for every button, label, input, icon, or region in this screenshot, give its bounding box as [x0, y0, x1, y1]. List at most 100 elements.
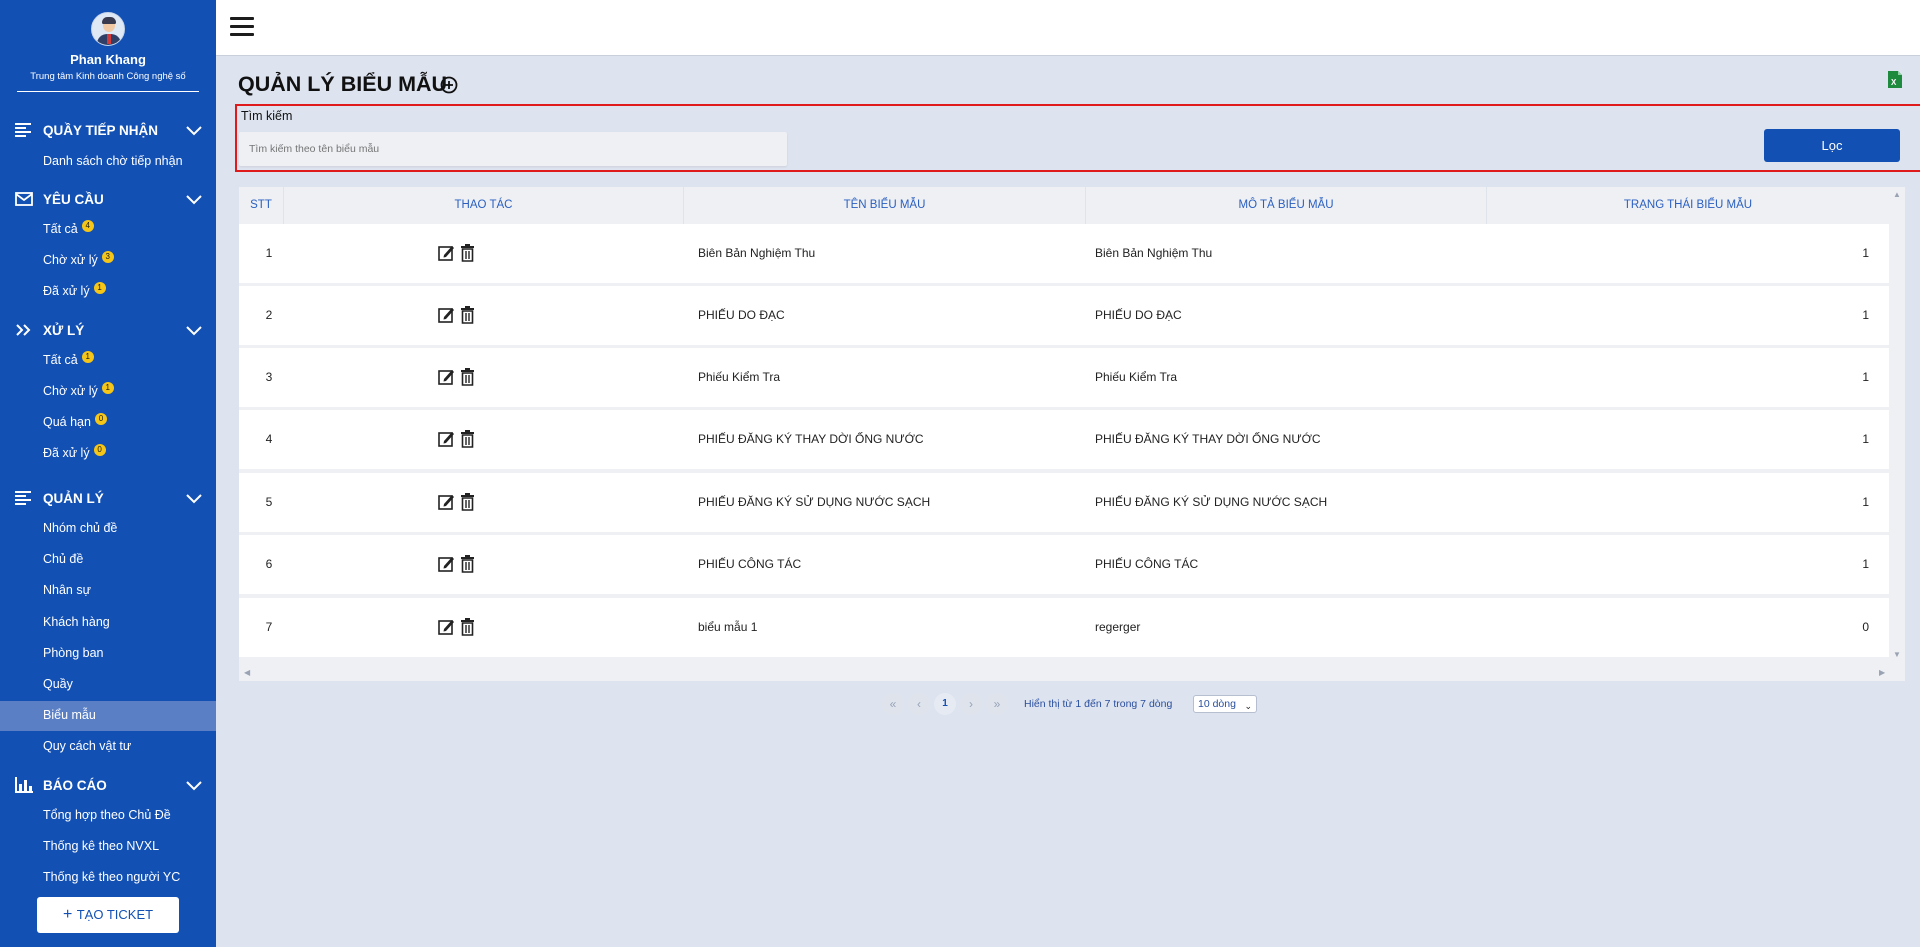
- edit-icon[interactable]: [438, 368, 455, 386]
- cell-status: 1: [1862, 557, 1869, 571]
- page-size-select[interactable]: 10 dòng ⌄: [1193, 695, 1257, 713]
- table-row[interactable]: 3 Phiếu Kiểm Tra Phiếu Kiểm Tra 1: [239, 348, 1889, 407]
- svg-text:X: X: [1891, 78, 1897, 87]
- create-ticket-label: TẠO TICKET: [76, 907, 154, 922]
- chevron-down-icon[interactable]: [186, 779, 202, 791]
- sidebar-item-label: Danh sách chờ tiếp nhận: [43, 154, 183, 168]
- table-row[interactable]: 6 PHIẾU CÔNG TÁC PHIẾU CÔNG TÁC 1: [239, 535, 1889, 594]
- table-row[interactable]: 4 PHIẾU ĐĂNG KÝ THAY DỜI ỐNG NƯỚC PHIẾU …: [239, 410, 1889, 469]
- delete-icon[interactable]: [459, 493, 476, 511]
- edit-icon[interactable]: [438, 244, 455, 262]
- sidebar-item-label: Phòng ban: [43, 646, 104, 660]
- scroll-left-icon[interactable]: ◀: [244, 668, 250, 677]
- sidebar-item-bieu-mau[interactable]: Biểu mẫu: [0, 701, 216, 731]
- top-bar: [216, 0, 1920, 56]
- chevron-down-icon[interactable]: [186, 124, 202, 136]
- delete-icon[interactable]: [459, 306, 476, 324]
- scroll-down-icon[interactable]: ▼: [1893, 650, 1901, 659]
- search-panel: Tìm kiếm Lọc: [235, 104, 1920, 172]
- delete-icon[interactable]: [459, 368, 476, 386]
- sidebar-item-label: Đã xử lý: [43, 446, 90, 460]
- cell-status: 1: [1862, 495, 1869, 509]
- edit-icon[interactable]: [438, 493, 455, 511]
- prev-page-button[interactable]: ‹: [908, 693, 930, 715]
- chevron-down-icon[interactable]: [186, 492, 202, 504]
- user-profile: Phan Khang Trung tâm Kinh doanh Công ngh…: [0, 0, 216, 92]
- chevron-down-icon[interactable]: [186, 193, 202, 205]
- list-icon: [15, 491, 31, 505]
- last-page-button[interactable]: »: [986, 693, 1008, 715]
- delete-icon[interactable]: [459, 430, 476, 448]
- sidebar-item-label: Nhân sự: [43, 583, 91, 597]
- table-row[interactable]: 2 PHIẾU DO ĐẠC PHIẾU DO ĐẠC 1: [239, 286, 1889, 345]
- scroll-up-icon[interactable]: ▲: [1893, 190, 1901, 199]
- cell-status: 1: [1862, 370, 1869, 384]
- chevron-down-icon[interactable]: [186, 324, 202, 336]
- sidebar-item-thong-ke-nguoi-yc[interactable]: Thống kê theo người YC: [0, 866, 216, 890]
- cell-stt: 6: [265, 557, 273, 571]
- section-bao-cao[interactable]: BÁO CÁO: [0, 773, 216, 797]
- sidebar-item-quay[interactable]: Quầy: [0, 673, 216, 697]
- cell-stt: 3: [265, 370, 273, 384]
- delete-icon[interactable]: [459, 555, 476, 573]
- edit-icon[interactable]: [438, 430, 455, 448]
- sidebar-item-xl-da-xu-ly[interactable]: Đã xử lý 0: [0, 442, 216, 466]
- edit-icon[interactable]: [438, 618, 455, 636]
- search-input[interactable]: [239, 132, 787, 166]
- table-row[interactable]: 7 biểu mẫu 1 regerger 0: [239, 598, 1889, 657]
- table-row[interactable]: 5 PHIẾU ĐĂNG KÝ SỬ DỤNG NƯỚC SẠCH PHIẾU …: [239, 473, 1889, 532]
- sidebar-item-chu-de[interactable]: Chủ đề: [0, 548, 216, 572]
- avatar[interactable]: [91, 12, 125, 46]
- sidebar-item-nhom-chu-de[interactable]: Nhóm chủ đề: [0, 517, 216, 541]
- delete-icon[interactable]: [459, 618, 476, 636]
- count-badge: 4: [81, 220, 94, 232]
- column-header-name[interactable]: TÊN BIỂU MẪU: [684, 187, 1086, 224]
- sidebar-item-yc-cho-xu-ly[interactable]: Chờ xử lý 3: [0, 249, 216, 273]
- edit-icon[interactable]: [438, 555, 455, 573]
- cell-name: Phiếu Kiểm Tra: [698, 370, 781, 384]
- table-row[interactable]: 1 Biên Bản Nghiệm Thu Biên Bản Nghiệm Th…: [239, 224, 1889, 283]
- menu-icon[interactable]: [230, 17, 254, 37]
- sidebar-item-yc-tat-ca[interactable]: Tất cả 4: [0, 218, 216, 242]
- sidebar-item-tong-hop-chu-de[interactable]: Tổng hợp theo Chủ Đề: [0, 804, 216, 828]
- sidebar-item-nhan-su[interactable]: Nhân sự: [0, 579, 216, 603]
- sidebar-item-quy-cach-vat-tu[interactable]: Quy cách vật tư: [0, 735, 216, 759]
- cell-stt: 4: [265, 432, 273, 446]
- table-header: STT THAO TÁC TÊN BIỂU MẪU MÔ TẢ BIỂU MẪU…: [239, 187, 1889, 224]
- sidebar-item-khach-hang[interactable]: Khách hàng: [0, 611, 216, 635]
- column-header-stt[interactable]: STT: [239, 187, 284, 224]
- count-badge: 1: [93, 282, 106, 294]
- section-yeu-cau[interactable]: YÊU CẦU: [0, 187, 216, 211]
- bar-chart-icon: [15, 777, 33, 793]
- column-header-status[interactable]: TRẠNG THÁI BIỂU MẪU: [1487, 187, 1889, 224]
- count-badge: 0: [94, 413, 107, 425]
- sidebar-item-xl-qua-han[interactable]: Quá hạn 0: [0, 411, 216, 435]
- sidebar-item-danh-sach-cho[interactable]: Danh sách chờ tiếp nhận: [0, 150, 216, 174]
- cell-description: PHIẾU ĐĂNG KÝ SỬ DỤNG NƯỚC SẠCH: [1095, 495, 1328, 509]
- create-ticket-button[interactable]: + TẠO TICKET: [37, 897, 179, 933]
- section-quan-ly[interactable]: QUẢN LÝ: [0, 486, 216, 510]
- cell-status: 1: [1862, 308, 1869, 322]
- page-button-current[interactable]: 1: [934, 693, 956, 715]
- next-page-button[interactable]: ›: [960, 693, 982, 715]
- sidebar-item-label: Nhóm chủ đề: [43, 521, 118, 535]
- sidebar-item-thong-ke-nvxl[interactable]: Thống kê theo NVXL: [0, 835, 216, 859]
- section-xu-ly[interactable]: XỬ LÝ: [0, 318, 216, 342]
- filter-button[interactable]: Lọc: [1764, 129, 1900, 162]
- vertical-scrollbar[interactable]: ▲ ▼: [1889, 187, 1905, 663]
- delete-icon[interactable]: [459, 244, 476, 262]
- column-header-actions[interactable]: THAO TÁC: [284, 187, 684, 224]
- sidebar-item-xl-cho-xu-ly[interactable]: Chờ xử lý 1: [0, 380, 216, 404]
- sidebar-item-yc-da-xu-ly[interactable]: Đã xử lý 1: [0, 280, 216, 304]
- first-page-button[interactable]: «: [882, 693, 904, 715]
- horizontal-scrollbar[interactable]: ◀ ▶: [239, 663, 1889, 681]
- sidebar-item-xl-tat-ca[interactable]: Tất cả 1: [0, 349, 216, 373]
- add-circle-icon[interactable]: [440, 76, 458, 94]
- scroll-right-icon[interactable]: ▶: [1879, 668, 1885, 677]
- excel-export-icon[interactable]: X: [1887, 70, 1903, 89]
- count-badge: 1: [81, 351, 94, 363]
- sidebar-item-phong-ban[interactable]: Phòng ban: [0, 642, 216, 666]
- column-header-description[interactable]: MÔ TẢ BIỂU MẪU: [1086, 187, 1487, 224]
- section-quay-tiep-nhan[interactable]: QUẦY TIẾP NHẬN: [0, 118, 216, 142]
- edit-icon[interactable]: [438, 306, 455, 324]
